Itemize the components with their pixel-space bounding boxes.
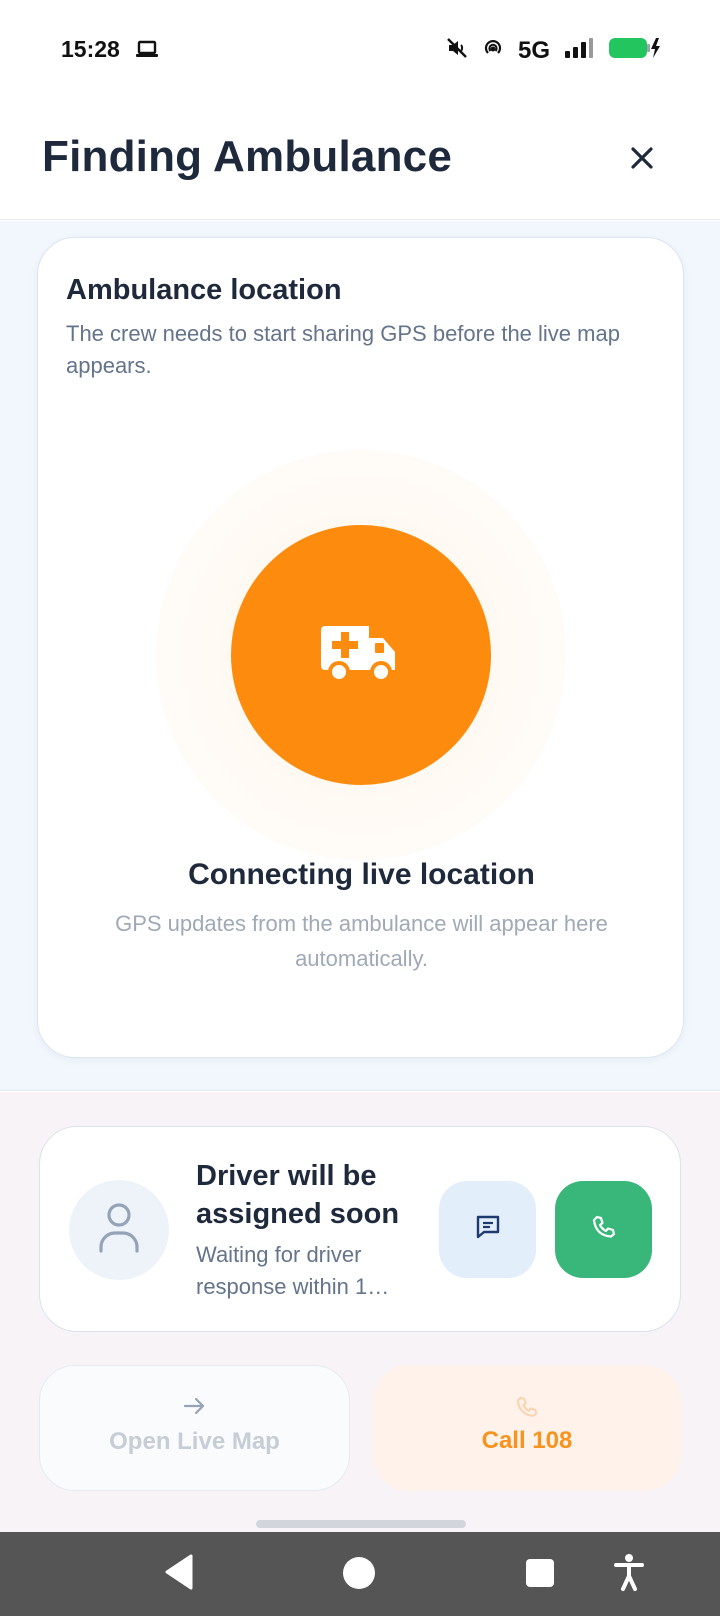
laptop-icon	[136, 40, 158, 63]
open-live-map-button[interactable]: Open Live Map	[39, 1365, 350, 1491]
mute-icon	[446, 37, 468, 64]
home-icon[interactable]	[343, 1557, 375, 1589]
call-driver-button[interactable]	[555, 1181, 652, 1278]
driver-section: Driver will be assigned soon Waiting for…	[0, 1092, 720, 1532]
person-icon	[99, 1202, 139, 1258]
page-title: Finding Ambulance	[42, 132, 452, 181]
hotspot-icon	[482, 37, 504, 64]
driver-card: Driver will be assigned soon Waiting for…	[39, 1126, 681, 1332]
open-live-map-label: Open Live Map	[109, 1428, 280, 1455]
signal-icon	[564, 37, 594, 64]
battery-charging-icon	[608, 36, 662, 65]
ambulance-location-card: Ambulance location The crew needs to sta…	[37, 237, 684, 1058]
location-card-subtitle: The crew needs to start sharing GPS befo…	[66, 321, 620, 378]
driver-status-subtitle: Waiting for driver response within 1…	[196, 1242, 390, 1299]
location-card-title: Ambulance location	[66, 274, 342, 306]
app-header: Finding Ambulance	[0, 100, 720, 220]
ambulance-icon	[319, 622, 403, 689]
message-icon	[474, 1213, 502, 1246]
location-section: Ambulance location The crew needs to sta…	[0, 221, 720, 1091]
phone-icon	[515, 1395, 539, 1424]
connecting-title: Connecting live location	[188, 858, 535, 891]
phone-icon	[591, 1214, 617, 1245]
network-type: 5G	[517, 36, 550, 64]
call-108-label: Call 108	[481, 1427, 573, 1454]
arrow-right-icon	[183, 1396, 207, 1421]
close-icon	[630, 146, 654, 175]
close-button[interactable]	[622, 140, 662, 180]
status-time: 15:28	[61, 36, 120, 62]
driver-status-title: Driver will be assigned soon	[196, 1160, 400, 1230]
status-icons: 5G	[446, 36, 662, 65]
ambulance-marker	[231, 525, 491, 785]
recents-icon[interactable]	[526, 1559, 554, 1587]
back-icon[interactable]	[163, 1552, 195, 1597]
avatar	[69, 1180, 169, 1280]
connecting-subtitle: GPS updates from the ambulance will appe…	[115, 911, 608, 971]
accessibility-icon[interactable]	[613, 1552, 645, 1597]
system-nav-bar	[0, 1532, 720, 1616]
message-driver-button[interactable]	[439, 1181, 536, 1278]
status-bar: 15:28 5G	[0, 0, 720, 100]
call-108-button[interactable]: Call 108	[373, 1365, 681, 1491]
home-indicator	[256, 1520, 466, 1528]
